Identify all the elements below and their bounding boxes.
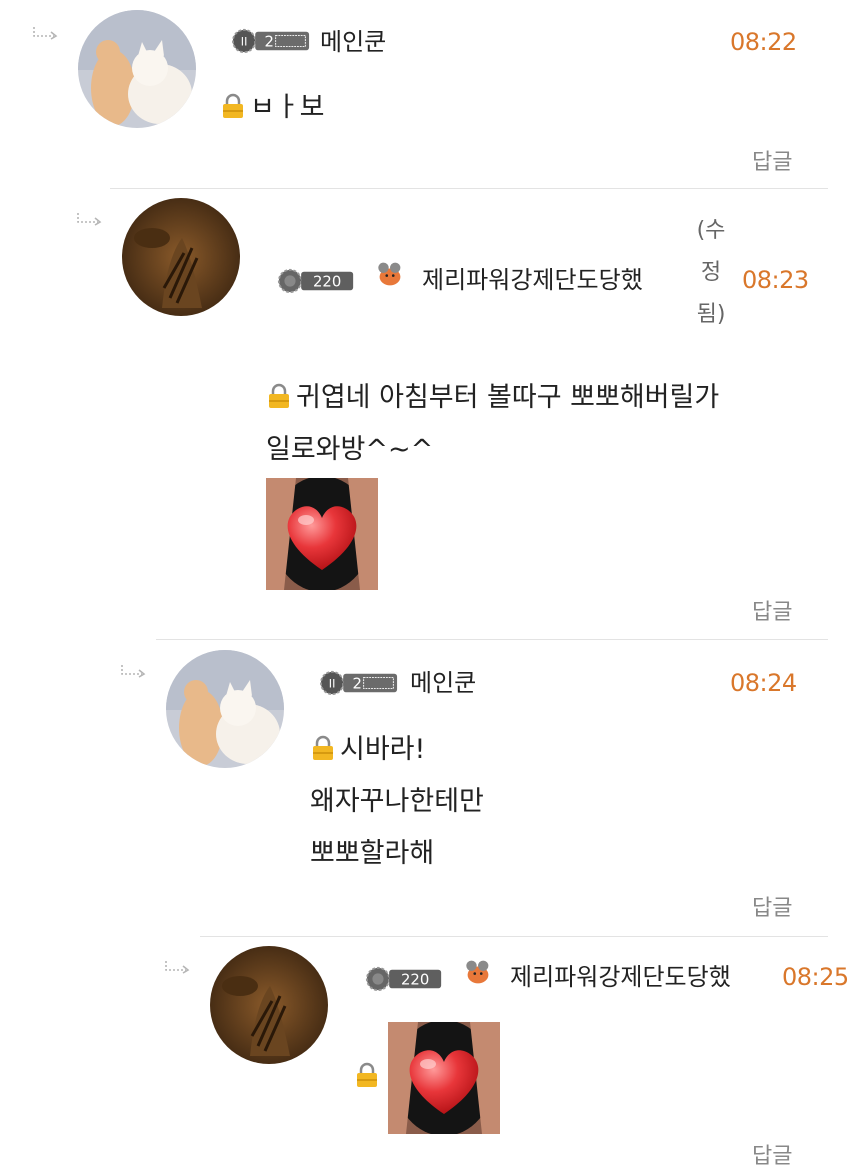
edited-line: 됨): [696, 302, 726, 327]
reply-arrow-icon: [165, 961, 190, 974]
svg-text:II: II: [241, 36, 248, 49]
divider: [110, 188, 828, 189]
author-name[interactable]: 제리파워강제단도당했: [422, 265, 643, 295]
level-badge-icon: II 2: [320, 670, 398, 696]
comment-text: 귀엽네 아침부터 볼따구 뽀뽀해버릴가 일로와방^~^: [266, 372, 719, 476]
edited-label: (수 정 됨): [694, 210, 728, 336]
comment-text: ㅂㅏ보: [220, 82, 325, 134]
mouse-emblem-icon: [378, 262, 401, 286]
comment-time: 08:24: [730, 669, 797, 697]
comment-line: 왜자꾸나한테만: [310, 786, 484, 817]
svg-text:2: 2: [353, 675, 362, 693]
reply-arrow-icon: [33, 27, 58, 40]
comment-line: 시바라!: [340, 734, 426, 765]
level-badge-icon: 220: [277, 268, 354, 294]
comment-line: 뽀뽀할라해: [310, 838, 435, 869]
avatar-tabby-cat[interactable]: [122, 198, 240, 316]
divider: [200, 936, 828, 937]
lock-icon: [223, 93, 243, 118]
level-badge-icon: II 2: [232, 28, 310, 54]
lock-icon: [313, 735, 333, 760]
avatar-cat[interactable]: [166, 650, 284, 768]
comment-time: 08:22: [730, 28, 797, 56]
reply-button[interactable]: 답글: [752, 594, 792, 626]
heart-sticker[interactable]: [388, 1022, 500, 1134]
comment-line: ㅂㅏ보: [250, 92, 325, 123]
badge-level: 220: [313, 273, 341, 291]
reply-button[interactable]: 답글: [752, 890, 792, 922]
reply-arrow-icon: [77, 213, 102, 226]
comment-time: 08:23: [742, 266, 809, 294]
edited-line: (수: [696, 218, 726, 243]
reply-arrow-icon: [121, 665, 146, 678]
comment-time: 08:25: [782, 963, 849, 991]
author-name[interactable]: 제리파워강제단도당했: [510, 962, 731, 992]
reply-button[interactable]: 답글: [752, 1138, 792, 1170]
mouse-emblem-icon: [466, 960, 489, 984]
svg-text:2: 2: [265, 33, 274, 51]
divider: [156, 639, 828, 640]
avatar-cat[interactable]: [78, 10, 196, 128]
avatar-tabby-cat[interactable]: [210, 946, 328, 1064]
author-name[interactable]: 메인쿤: [410, 668, 476, 698]
comment-line: 일로와방^~^: [266, 434, 434, 465]
svg-text:II: II: [329, 678, 336, 691]
comment-text: 시바라! 왜자꾸나한테만 뽀뽀할라해: [310, 724, 484, 880]
lock-icon: [269, 383, 289, 408]
author-name[interactable]: 메인쿤: [320, 27, 386, 57]
lock-icon: [357, 1062, 377, 1087]
heart-sticker[interactable]: [266, 478, 378, 590]
comment-line: 귀엽네 아침부터 볼따구 뽀뽀해버릴가: [296, 382, 720, 413]
reply-button[interactable]: 답글: [752, 144, 792, 176]
edited-line: 정: [700, 260, 722, 285]
badge-level: 220: [401, 971, 429, 989]
level-badge-icon: 220: [365, 966, 442, 992]
